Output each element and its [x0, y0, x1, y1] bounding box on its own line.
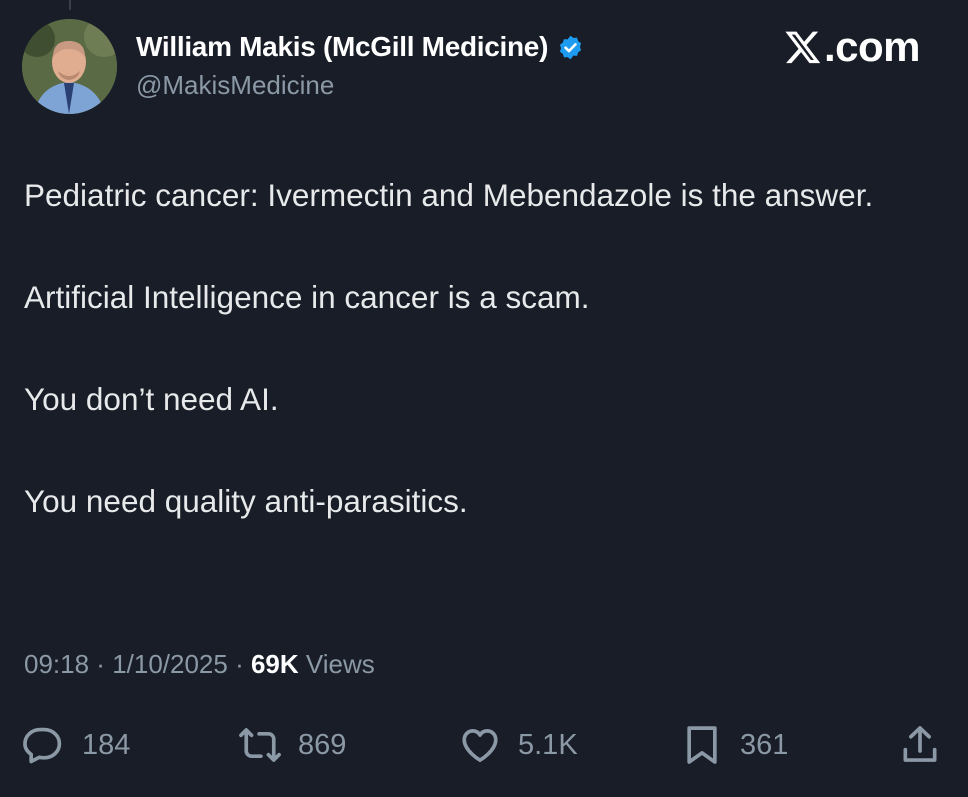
meta-separator: ·	[89, 649, 113, 679]
bookmark-icon	[687, 726, 717, 764]
thread-connector-line	[69, 0, 71, 10]
heart-icon	[462, 729, 498, 763]
share-icon	[903, 726, 937, 762]
profile-photo	[22, 19, 117, 114]
views-count[interactable]: 69K	[251, 649, 299, 679]
x-logo-icon	[785, 31, 821, 64]
bookmark-button[interactable]: 361	[680, 718, 788, 772]
watermark-text: .com	[823, 23, 921, 70]
tweet-paragraph: Pediatric cancer: Ivermectin and Mebenda…	[24, 177, 874, 213]
tweet-date[interactable]: 1/10/2025	[112, 649, 228, 679]
like-button[interactable]: 5.1K	[458, 718, 578, 772]
author-handle[interactable]: @MakisMedicine	[136, 70, 334, 101]
x-com-watermark: .com	[784, 22, 921, 72]
repost-button[interactable]: 869	[238, 718, 346, 772]
like-count: 5.1K	[518, 728, 578, 761]
tweet-text: Pediatric cancer: Ivermectin and Mebenda…	[24, 170, 934, 527]
author-name-row: William Makis (McGill Medicine)	[136, 28, 584, 66]
repost-count: 869	[298, 728, 347, 761]
meta-separator: ·	[227, 649, 251, 679]
tweet-meta: 09:18 · 1/10/2025 · 69K Views	[24, 646, 375, 682]
share-button[interactable]	[898, 718, 942, 772]
bookmark-count: 361	[740, 728, 789, 761]
verified-badge-icon	[560, 35, 582, 59]
tweet-time[interactable]: 09:18	[24, 649, 89, 679]
tweet-paragraph: You need quality anti-parasitics.	[24, 483, 468, 519]
reply-count: 184	[82, 728, 131, 761]
tweet-paragraph: You don’t need AI.	[24, 381, 279, 417]
avatar[interactable]	[22, 19, 117, 114]
author-display-name[interactable]: William Makis (McGill Medicine)	[136, 31, 548, 63]
reply-button[interactable]: 184	[22, 718, 130, 772]
reply-icon	[23, 727, 62, 764]
views-label: Views	[298, 649, 375, 679]
tweet-paragraph: Artificial Intelligence in cancer is a s…	[24, 279, 590, 315]
tweet-actions-bar: 184 869 5.1K 361	[0, 718, 968, 772]
repost-icon	[239, 728, 281, 762]
